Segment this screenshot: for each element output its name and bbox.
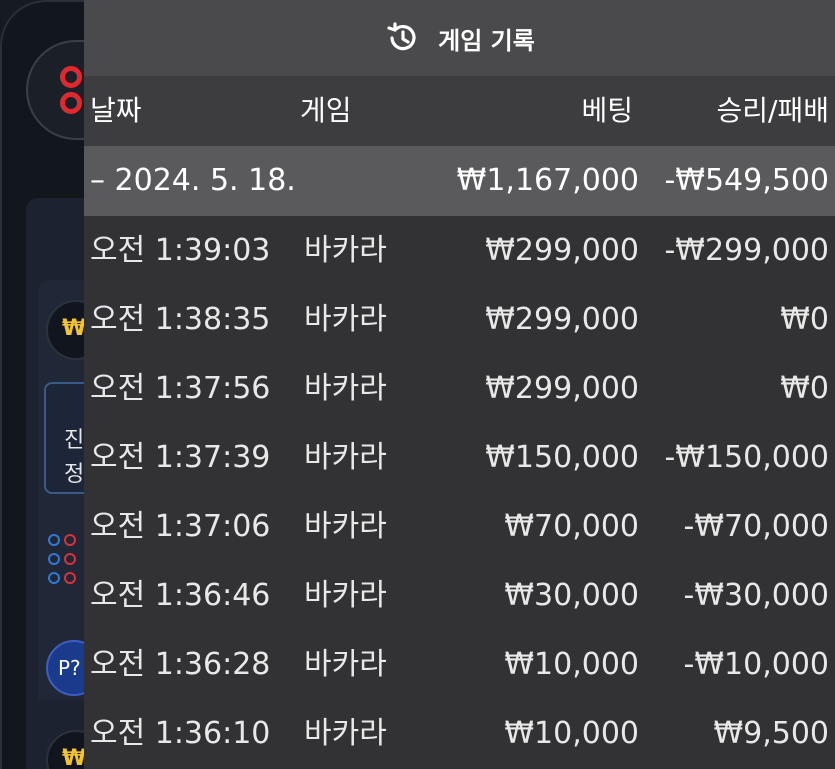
row-bet: ₩150,000 <box>485 440 639 475</box>
column-bet: 베팅 <box>581 94 633 127</box>
logo-ring-bottom <box>60 92 82 114</box>
row-time: 오전 1:36:46 <box>90 578 271 613</box>
column-header-row: 날짜 게임 베팅 승리/패배 <box>84 76 835 146</box>
table-row[interactable]: 오전 1:39:03 바카라 ₩299,000 -₩299,000 <box>84 216 835 285</box>
table-row[interactable]: 오전 1:37:06 바카라 ₩70,000 -₩70,000 <box>84 492 835 561</box>
row-bet: ₩10,000 <box>504 647 639 682</box>
bead-road <box>46 532 78 589</box>
column-game: 게임 <box>300 94 352 127</box>
row-result: -₩10,000 <box>683 647 829 682</box>
row-game: 바카라 <box>304 647 387 682</box>
row-game: 바카라 <box>304 578 387 613</box>
summary-result: -₩549,500 <box>664 163 829 198</box>
row-time: 오전 1:37:39 <box>90 440 271 475</box>
table-row[interactable]: 오전 1:36:46 바카라 ₩30,000 -₩30,000 <box>84 561 835 630</box>
summary-bet: ₩1,167,000 <box>456 163 639 198</box>
table-row[interactable]: 오전 1:36:28 바카라 ₩10,000 -₩10,000 <box>84 630 835 699</box>
row-result: -₩70,000 <box>683 509 829 544</box>
table-row[interactable]: 오전 1:36:10 바카라 ₩10,000 ₩9,500 <box>84 699 835 768</box>
row-result: ₩9,500 <box>713 716 829 751</box>
row-bet: ₩10,000 <box>504 716 639 751</box>
row-bet: ₩299,000 <box>485 302 639 337</box>
row-result: -₩150,000 <box>664 440 829 475</box>
game-history-panel: 게임 기록 날짜 게임 베팅 승리/패배 – 2024. 5. 18. ₩1,1… <box>84 0 835 769</box>
row-time: 오전 1:37:56 <box>90 371 271 406</box>
row-result: -₩299,000 <box>664 233 829 268</box>
history-icon <box>387 22 416 51</box>
row-bet: ₩299,000 <box>485 371 639 406</box>
row-bet: ₩299,000 <box>485 233 639 268</box>
logo-ring-top <box>60 66 82 88</box>
table-row[interactable]: 오전 1:37:39 바카라 ₩150,000 -₩150,000 <box>84 423 835 492</box>
row-time: 오전 1:37:06 <box>90 509 271 544</box>
row-game: 바카라 <box>304 233 387 268</box>
history-rows: 오전 1:39:03 바카라 ₩299,000 -₩299,000 오전 1:3… <box>84 216 835 768</box>
history-header: 게임 기록 <box>84 0 835 76</box>
row-bet: ₩70,000 <box>504 509 639 544</box>
row-bet: ₩30,000 <box>504 578 639 613</box>
row-game: 바카라 <box>304 509 387 544</box>
column-result: 승리/패배 <box>716 94 829 127</box>
column-date: 날짜 <box>90 94 142 127</box>
row-time: 오전 1:36:10 <box>90 716 271 751</box>
row-result: -₩30,000 <box>683 578 829 613</box>
row-time: 오전 1:38:35 <box>90 302 271 337</box>
side-button-label: 진 정 <box>64 428 85 487</box>
row-game: 바카라 <box>304 716 387 751</box>
row-game: 바카라 <box>304 440 387 475</box>
row-time: 오전 1:36:28 <box>90 647 271 682</box>
date-summary-row[interactable]: – 2024. 5. 18. ₩1,167,000 -₩549,500 <box>84 146 835 216</box>
table-row[interactable]: 오전 1:37:56 바카라 ₩299,000 ₩0 <box>84 354 835 423</box>
row-time: 오전 1:39:03 <box>90 233 271 268</box>
row-result: ₩0 <box>780 371 829 406</box>
summary-date: – 2024. 5. 18. <box>90 163 296 198</box>
row-game: 바카라 <box>304 302 387 337</box>
table-row[interactable]: 오전 1:38:35 바카라 ₩299,000 ₩0 <box>84 285 835 354</box>
history-title: 게임 기록 <box>438 26 535 55</box>
row-result: ₩0 <box>780 302 829 337</box>
row-game: 바카라 <box>304 371 387 406</box>
